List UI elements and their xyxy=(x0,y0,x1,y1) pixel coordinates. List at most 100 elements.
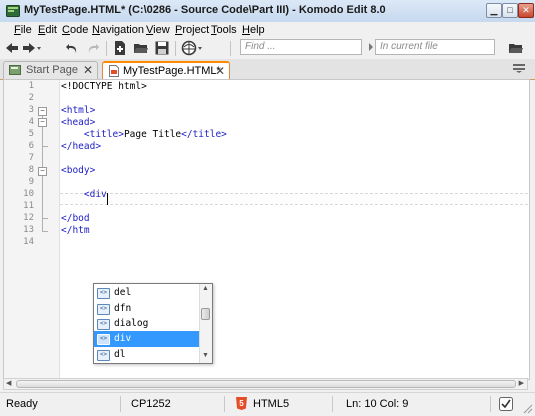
forward-arrow-icon[interactable] xyxy=(21,40,43,56)
scroll-right-arrow-icon[interactable]: ▶ xyxy=(519,379,524,387)
menu-edit-rest: dit xyxy=(45,24,57,36)
autocomplete-item-selected[interactable]: <> div xyxy=(94,331,199,347)
find-options-arrow-icon[interactable] xyxy=(367,42,375,52)
autocomplete-item[interactable]: <> del xyxy=(94,285,199,301)
scroll-left-arrow-icon[interactable]: ◀ xyxy=(6,379,11,387)
scrollbar-thumb[interactable] xyxy=(16,380,516,388)
tab-mytestpage[interactable]: MyTestPage.HTML* ✕ xyxy=(102,61,230,79)
status-ready: Ready xyxy=(6,398,38,410)
menu-project-rest: roject xyxy=(182,24,210,36)
code-tag-token: </title> xyxy=(181,129,227,140)
tab-mytestpage-label: MyTestPage.HTML* xyxy=(123,65,221,77)
code-line: </htm xyxy=(61,225,90,236)
line-number: 14 xyxy=(23,237,34,247)
menu-view[interactable]: View xyxy=(146,24,170,36)
menu-bar: File Edit Code Navigation View Project T… xyxy=(0,22,535,38)
code-line: <html> xyxy=(61,105,95,116)
code-tag-token: <title> xyxy=(83,129,124,140)
line-number: 1 xyxy=(28,81,34,91)
scroll-up-arrow-icon[interactable]: ▲ xyxy=(202,285,209,292)
menu-navigation-rest: avigation xyxy=(99,24,144,36)
menu-navigation[interactable]: Navigation xyxy=(92,24,144,36)
menu-help[interactable]: Help xyxy=(242,24,265,36)
menu-navigation-mnemonic: N xyxy=(92,24,100,36)
code-editor[interactable]: 1 2 3 4 5 6 7 8 9 10 11 12 13 14 − − − <… xyxy=(3,79,530,380)
line-number: 13 xyxy=(23,225,34,235)
status-separator xyxy=(332,396,333,412)
html-tag-icon: <> xyxy=(97,350,110,361)
resize-grip-icon[interactable] xyxy=(521,402,533,414)
cursor-position: Ln: 10 Col: 9 xyxy=(346,398,409,410)
check-syntax-icon[interactable] xyxy=(499,397,513,411)
autocomplete-item[interactable]: <> dialog xyxy=(94,316,199,332)
encoding-indicator[interactable]: CP1252 xyxy=(131,398,171,410)
minimize-button[interactable]: ▁ xyxy=(486,3,502,18)
browser-preview-icon[interactable] xyxy=(181,40,205,56)
autocomplete-scrollbar[interactable]: ▲ ▼ xyxy=(199,284,212,363)
new-file-icon[interactable] xyxy=(112,40,128,56)
status-separator xyxy=(490,396,491,412)
line-number: 5 xyxy=(28,129,34,139)
title-bar: MyTestPage.HTML* (C:\0286 - Source Code\… xyxy=(0,0,535,23)
scrollbar-thumb[interactable] xyxy=(201,308,210,320)
autocomplete-item-label: dl xyxy=(114,349,126,360)
open-folder-icon[interactable] xyxy=(133,40,149,56)
komodo-app-icon xyxy=(6,5,20,17)
line-number: 6 xyxy=(28,141,34,151)
menu-file[interactable]: File xyxy=(14,24,32,36)
fold-guide xyxy=(42,147,43,167)
autocomplete-item-label: del xyxy=(114,287,132,298)
fold-guide xyxy=(42,176,43,218)
code-line: <title>Page Title</title> xyxy=(61,129,227,140)
html-tag-icon: <> xyxy=(97,288,110,299)
html-tag-icon: <> xyxy=(97,334,110,345)
autocomplete-item-label: dialog xyxy=(114,318,149,329)
line-number: 11 xyxy=(23,201,34,211)
fold-collapse-icon[interactable]: − xyxy=(38,167,47,176)
autocomplete-item-label: dfn xyxy=(114,303,132,314)
find-input[interactable]: Find ... xyxy=(240,39,362,55)
menu-code[interactable]: Code xyxy=(62,24,88,36)
line-number-gutter: 1 2 3 4 5 6 7 8 9 10 11 12 13 14 − − − xyxy=(4,80,60,379)
code-text-token: Page Title xyxy=(123,129,182,140)
line-number: 2 xyxy=(28,93,34,103)
tab-close-icon[interactable]: ✕ xyxy=(83,63,93,77)
search-scope-input[interactable]: In current file xyxy=(375,39,495,55)
undo-icon[interactable] xyxy=(64,40,80,56)
code-line: <div xyxy=(61,189,107,200)
find-folder-icon[interactable] xyxy=(508,40,524,56)
autocomplete-item[interactable]: <> dfn xyxy=(94,301,199,317)
redo-icon[interactable] xyxy=(85,40,101,56)
tab-list-icon[interactable] xyxy=(513,63,525,73)
status-separator xyxy=(224,396,225,412)
back-arrow-icon[interactable] xyxy=(4,40,20,56)
language-indicator[interactable]: HTML5 xyxy=(253,398,289,410)
menu-project[interactable]: Project xyxy=(175,24,209,36)
autocomplete-item[interactable]: <> dl xyxy=(94,347,199,363)
fold-end xyxy=(42,231,48,232)
fold-collapse-icon[interactable]: − xyxy=(38,118,47,127)
scroll-down-arrow-icon[interactable]: ▼ xyxy=(202,352,209,359)
toolbar-separator xyxy=(106,41,107,56)
code-tag-token: </head> xyxy=(61,141,102,152)
menu-help-mnemonic: H xyxy=(242,24,250,36)
fold-collapse-icon[interactable]: − xyxy=(38,107,47,116)
autocomplete-item-label: div xyxy=(114,333,132,344)
tab-start-page[interactable]: Start Page ✕ xyxy=(3,61,98,79)
menu-edit[interactable]: Edit xyxy=(38,24,57,36)
save-icon[interactable] xyxy=(154,40,170,56)
horizontal-scrollbar[interactable]: ◀ ▶ xyxy=(3,378,528,390)
komodo-tab-icon xyxy=(9,65,21,75)
fold-guide xyxy=(42,219,43,231)
menu-file-rest: ile xyxy=(20,24,32,36)
code-tag-token: </htm xyxy=(61,225,90,236)
maximize-button[interactable]: □ xyxy=(502,3,518,18)
line-number: 3 xyxy=(28,105,34,115)
close-window-button[interactable]: ✕ xyxy=(518,3,534,18)
autocomplete-popup[interactable]: <> del <> dfn <> dialog <> div <> dl ▲ ▼ xyxy=(93,283,213,364)
menu-tools[interactable]: Tools xyxy=(211,24,237,36)
code-tag-token: <body> xyxy=(61,165,96,176)
tab-start-page-label: Start Page xyxy=(26,64,78,76)
tab-close-icon[interactable]: ✕ xyxy=(215,64,225,78)
